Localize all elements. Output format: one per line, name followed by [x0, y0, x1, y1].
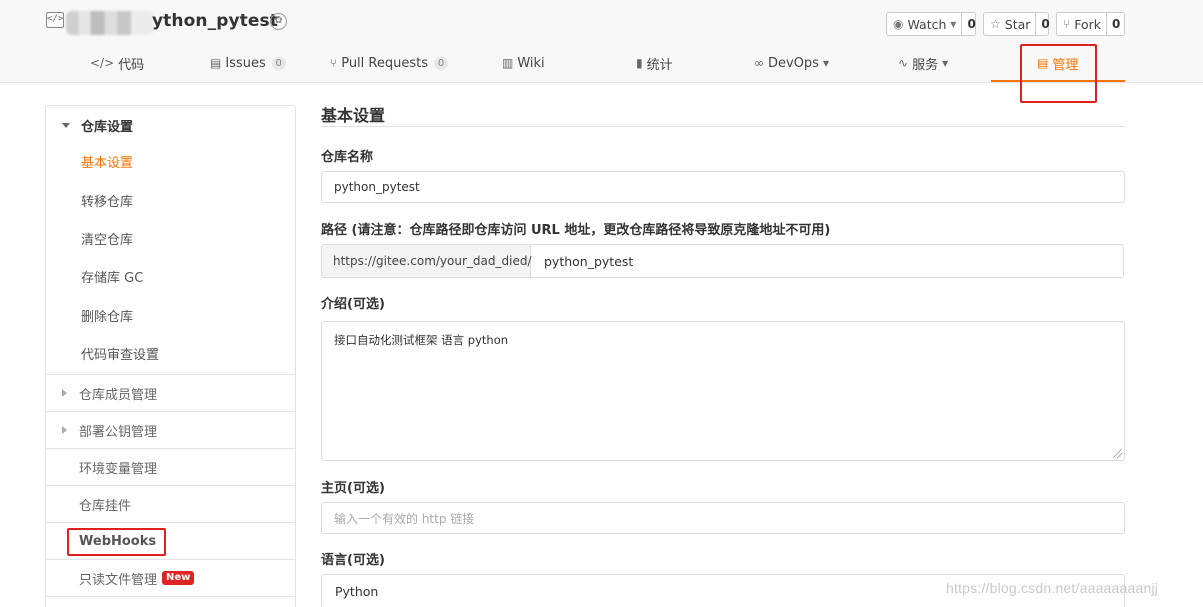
caret-right-icon: [62, 389, 67, 397]
title-divider: [321, 126, 1125, 127]
sidebar-item-webhooks[interactable]: WebHooks: [46, 522, 295, 559]
recommend-badge-icon[interactable]: ✿: [270, 13, 287, 30]
watermark: https://blog.csdn.net/aaaaaaaanjj: [946, 580, 1159, 596]
sidebar-item-env-vars[interactable]: 环境变量管理: [46, 448, 295, 485]
basic-settings-form: 基本设置 仓库名称 python_pytest 路径 (请注意：仓库路径即仓库访…: [321, 0, 1125, 607]
code-icon: </>: [90, 56, 115, 70]
caret-down-icon: [62, 122, 70, 128]
repo-path-field: https://gitee.com/your_dad_died/ python_…: [321, 244, 1124, 278]
settings-sidebar: 仓库设置 基本设置 转移仓库 清空仓库 存储库 GC 删除仓库 代码审查设置 仓…: [45, 105, 296, 607]
repo-name[interactable]: ython_pytest: [152, 11, 278, 31]
new-badge: New: [162, 571, 195, 585]
sidebar-item-transfer-repo[interactable]: 转移仓库: [81, 191, 133, 210]
sidebar-item-basic-settings[interactable]: 基本设置: [81, 152, 133, 171]
repo-name-label: 仓库名称: [321, 150, 374, 165]
homepage-label: 主页(可选): [321, 481, 385, 496]
sidebar-item-deploy-keys[interactable]: 部署公钥管理: [46, 411, 295, 448]
sidebar-item-repo-gc[interactable]: 存储库 GC: [81, 267, 143, 286]
sidebar-item-members[interactable]: 仓库成员管理: [46, 374, 295, 411]
tab-issues[interactable]: ▤ Issues 0: [210, 44, 286, 82]
sidebar-item-readonly-files[interactable]: 只读文件管理 New: [46, 559, 295, 596]
redacted-owner-name: [66, 11, 154, 35]
repo-path-input[interactable]: python_pytest: [531, 245, 1123, 277]
sidebar-item-more: [46, 596, 295, 607]
description-textarea[interactable]: 接口自动化测试框架 语言 python: [321, 321, 1125, 461]
repo-path-prefix: https://gitee.com/your_dad_died/: [322, 245, 532, 277]
repository-icon: </>: [46, 12, 64, 28]
homepage-input[interactable]: 输入一个有效的 http 链接: [321, 502, 1125, 534]
description-label: 介绍(可选): [321, 297, 385, 312]
sidebar-item-delete-repo[interactable]: 删除仓库: [81, 306, 133, 325]
language-label: 语言(可选): [321, 553, 385, 568]
resize-handle-icon[interactable]: [1113, 449, 1122, 458]
page-title: 基本设置: [321, 106, 386, 125]
sidebar-item-code-review[interactable]: 代码审查设置: [81, 344, 159, 363]
caret-right-icon: [62, 426, 67, 434]
sidebar-group-repo-settings[interactable]: 仓库设置: [46, 106, 295, 144]
repo-name-input[interactable]: python_pytest: [321, 171, 1125, 203]
tab-code[interactable]: </> 代码: [90, 44, 144, 82]
issues-icon: ▤: [210, 56, 222, 70]
sidebar-item-widgets[interactable]: 仓库挂件: [46, 485, 295, 522]
sidebar-item-clear-repo[interactable]: 清空仓库: [81, 229, 133, 248]
issues-count: 0: [271, 56, 286, 70]
repo-path-label: 路径 (请注意：仓库路径即仓库访问 URL 地址，更改仓库路径将导致原克隆地址不…: [321, 223, 831, 238]
description-text: 接口自动化测试框架 语言 python: [334, 333, 509, 347]
